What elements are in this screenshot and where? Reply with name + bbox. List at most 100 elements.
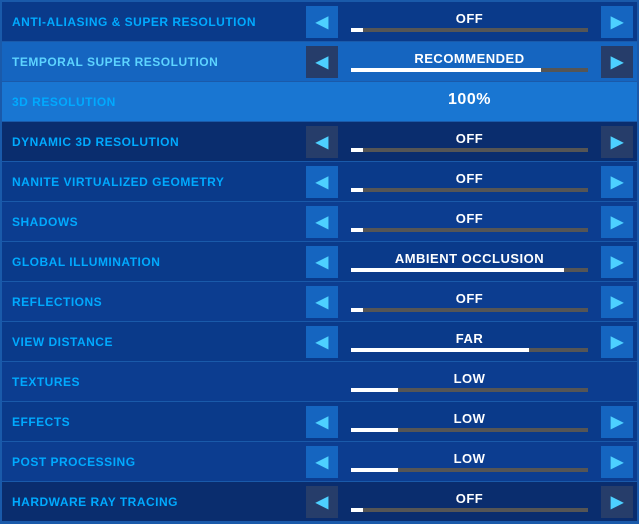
value-container-textures: LOW [338,362,601,401]
bar-track-temporal-super-resolution [351,68,588,72]
control-hardware-ray-tracing: ◀OFF▶ [302,482,637,521]
arrow-left-temporal-super-resolution[interactable]: ◀ [306,46,338,78]
control-anti-aliasing: ◀OFF▶ [302,2,637,41]
arrow-right-view-distance[interactable]: ▶ [601,326,633,358]
value-text-view-distance: FAR [456,332,484,345]
value-container-anti-aliasing: OFF [338,2,601,41]
value-text-nanite: OFF [456,172,484,185]
value-container-hardware-ray-tracing: OFF [338,482,601,521]
bar-track-post-processing [351,468,588,472]
arrow-left-hardware-ray-tracing[interactable]: ◀ [306,486,338,518]
label-textures: TEXTURES [2,375,302,389]
value-text-temporal-super-resolution: RECOMMENDED [414,52,524,65]
arrow-left-reflections[interactable]: ◀ [306,286,338,318]
control-post-processing: ◀ LOW ▶ [302,442,637,481]
setting-row-global-illumination: GLOBAL ILLUMINATION ◀ AMBIENT OCCLUSION ▶ [2,242,637,282]
setting-row-reflections: REFLECTIONS ◀ OFF ▶ [2,282,637,322]
arrow-left-dynamic-3d-resolution[interactable]: ◀ [306,126,338,158]
arrow-right-hardware-ray-tracing[interactable]: ▶ [601,486,633,518]
value-container-effects: LOW [338,402,601,441]
arrow-left-shadows[interactable]: ◀ [306,206,338,238]
label-global-illumination: GLOBAL ILLUMINATION [2,255,302,269]
arrow-right-temporal-super-resolution[interactable]: ▶ [601,46,633,78]
label-temporal-super-resolution: TEMPORAL SUPER RESOLUTION [2,55,302,69]
control-3d-resolution: 100% [302,82,637,121]
setting-row-effects: EFFECTS ◀ LOW ▶ [2,402,637,442]
value-text-global-illumination: AMBIENT OCCLUSION [395,252,544,265]
setting-row-3d-resolution: 3D RESOLUTION 100% [2,82,637,122]
control-dynamic-3d-resolution: ◀ OFF ▶ [302,122,637,161]
value-container-temporal-super-resolution: RECOMMENDED [338,42,601,81]
setting-row-dynamic-3d-resolution: DYNAMIC 3D RESOLUTION ◀ OFF ▶ [2,122,637,162]
label-shadows: SHADOWS [2,215,302,229]
label-3d-resolution: 3D RESOLUTION [2,95,302,109]
bar-fill-effects [351,428,398,432]
arrow-left-global-illumination[interactable]: ◀ [306,246,338,278]
value-text-3d-resolution: 100% [448,92,491,108]
bar-track-global-illumination [351,268,588,272]
value-container-view-distance: FAR [338,322,601,361]
setting-row-post-processing: POST PROCESSING ◀ LOW ▶ [2,442,637,482]
bar-track-nanite [351,188,588,192]
setting-row-textures: TEXTURES LOW [2,362,637,402]
value-text-post-processing: LOW [454,452,486,465]
arrow-right-shadows[interactable]: ▶ [601,206,633,238]
bar-fill-anti-aliasing [351,28,363,32]
setting-row-anti-aliasing: ANTI-ALIASING & SUPER RESOLUTION◀OFF▶ [2,2,637,42]
bar-fill-shadows [351,228,363,232]
arrow-right-post-processing[interactable]: ▶ [601,446,633,478]
control-nanite: ◀ OFF ▶ [302,162,637,201]
value-container-dynamic-3d-resolution: OFF [338,122,601,161]
setting-row-hardware-ray-tracing: HARDWARE RAY TRACING◀OFF▶ [2,482,637,522]
bar-fill-dynamic-3d-resolution [351,148,363,152]
label-nanite: NANITE VIRTUALIZED GEOMETRY [2,175,302,189]
control-shadows: ◀OFF▶ [302,202,637,241]
bar-fill-nanite [351,188,363,192]
value-container-nanite: OFF [338,162,601,201]
label-dynamic-3d-resolution: DYNAMIC 3D RESOLUTION [2,135,302,149]
label-view-distance: VIEW DISTANCE [2,335,302,349]
bar-track-hardware-ray-tracing [351,508,588,512]
label-hardware-ray-tracing: HARDWARE RAY TRACING [2,495,302,509]
value-container-post-processing: LOW [338,442,601,481]
value-text-effects: LOW [454,412,486,425]
bar-fill-hardware-ray-tracing [351,508,363,512]
control-global-illumination: ◀ AMBIENT OCCLUSION ▶ [302,242,637,281]
arrow-left-post-processing[interactable]: ◀ [306,446,338,478]
control-textures: LOW [302,362,637,401]
control-reflections: ◀ OFF ▶ [302,282,637,321]
value-container-shadows: OFF [338,202,601,241]
control-effects: ◀ LOW ▶ [302,402,637,441]
setting-row-nanite: NANITE VIRTUALIZED GEOMETRY ◀ OFF ▶ [2,162,637,202]
value-text-reflections: OFF [456,292,484,305]
control-temporal-super-resolution: ◀ RECOMMENDED ▶ [302,42,637,81]
bar-fill-view-distance [351,348,529,352]
value-container-reflections: OFF [338,282,601,321]
arrow-right-anti-aliasing[interactable]: ▶ [601,6,633,38]
bar-fill-temporal-super-resolution [351,68,540,72]
arrow-right-global-illumination[interactable]: ▶ [601,246,633,278]
label-reflections: REFLECTIONS [2,295,302,309]
arrow-left-anti-aliasing[interactable]: ◀ [306,6,338,38]
bar-track-anti-aliasing [351,28,588,32]
arrow-left-view-distance[interactable]: ◀ [306,326,338,358]
setting-row-temporal-super-resolution: TEMPORAL SUPER RESOLUTION ◀ RECOMMENDED ▶ [2,42,637,82]
arrow-right-effects[interactable]: ▶ [601,406,633,438]
arrow-left-effects[interactable]: ◀ [306,406,338,438]
value-container-3d-resolution: 100% [302,82,637,121]
arrow-right-dynamic-3d-resolution[interactable]: ▶ [601,126,633,158]
arrow-right-reflections[interactable]: ▶ [601,286,633,318]
value-container-global-illumination: AMBIENT OCCLUSION [338,242,601,281]
arrow-right-nanite[interactable]: ▶ [601,166,633,198]
label-anti-aliasing: ANTI-ALIASING & SUPER RESOLUTION [2,15,302,29]
label-post-processing: POST PROCESSING [2,455,302,469]
arrow-left-nanite[interactable]: ◀ [306,166,338,198]
bar-track-effects [351,428,588,432]
bar-fill-reflections [351,308,363,312]
value-text-dynamic-3d-resolution: OFF [456,132,484,145]
bar-track-shadows [351,228,588,232]
setting-row-shadows: SHADOWS◀OFF▶ [2,202,637,242]
label-effects: EFFECTS [2,415,302,429]
setting-row-view-distance: VIEW DISTANCE ◀ FAR ▶ [2,322,637,362]
bar-track-dynamic-3d-resolution [351,148,588,152]
